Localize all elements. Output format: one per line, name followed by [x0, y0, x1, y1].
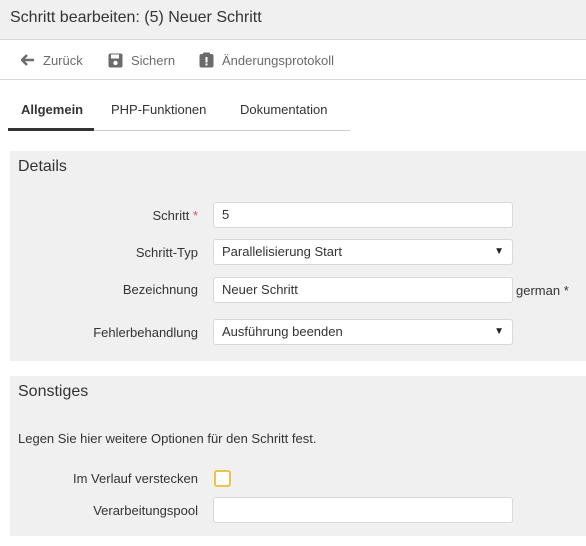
name-input[interactable]: Neuer Schritt: [213, 277, 513, 303]
title-bar: Schritt bearbeiten: (5) Neuer Schritt: [0, 0, 586, 40]
save-icon: [108, 53, 123, 67]
tab-php-funktionen[interactable]: PHP-Funktionen: [111, 102, 206, 117]
step-type-value: Parallelisierung Start: [222, 244, 342, 259]
step-input[interactable]: 5: [213, 202, 513, 228]
window-title: Schritt bearbeiten: (5) Neuer Schritt: [10, 9, 262, 26]
save-button[interactable]: Sichern: [108, 51, 175, 69]
processing-pool-input[interactable]: [213, 497, 513, 523]
changelog-button-label: Änderungsprotokoll: [222, 52, 335, 68]
changelog-button[interactable]: Änderungsprotokoll: [199, 51, 334, 69]
tab-bar: Allgemein PHP-Funktionen Dokumentation: [8, 80, 350, 131]
language-suffix: german *: [516, 283, 569, 298]
error-handling-label: Fehlerbehandlung: [93, 325, 198, 340]
caret-down-icon: ▼: [494, 326, 504, 337]
back-button[interactable]: Zurück: [21, 51, 83, 69]
active-tab-indicator: [8, 128, 94, 131]
required-mark: *: [192, 208, 198, 223]
step-label: Schritt *: [152, 208, 198, 223]
hide-in-history-checkbox[interactable]: [214, 470, 231, 487]
other-title: Sonstiges: [18, 383, 89, 400]
details-title: Details: [18, 158, 67, 175]
other-panel: Sonstiges Legen Sie hier weitere Optione…: [10, 376, 586, 536]
other-description: Legen Sie hier weitere Optionen für den …: [18, 431, 317, 446]
step-label-text: Schritt: [152, 208, 190, 223]
clipboard-alert-icon: [199, 52, 214, 68]
hide-in-history-label: Im Verlauf verstecken: [73, 471, 198, 486]
save-button-label: Sichern: [131, 52, 176, 68]
error-handling-select[interactable]: Ausführung beenden ▼: [213, 319, 513, 345]
name-label: Bezeichnung: [122, 282, 198, 297]
caret-down-icon: ▼: [494, 246, 504, 257]
back-button-label: Zurück: [43, 52, 83, 68]
step-type-label: Schritt-Typ: [135, 245, 198, 260]
tab-allgemein[interactable]: Allgemein: [21, 102, 83, 117]
error-handling-value: Ausführung beenden: [222, 324, 343, 339]
processing-pool-label: Verarbeitungspool: [93, 503, 198, 518]
arrow-left-icon: [21, 54, 34, 66]
step-type-select[interactable]: Parallelisierung Start ▼: [213, 239, 513, 265]
toolbar: Zurück Sichern Änderungsprotokoll: [0, 40, 586, 80]
details-panel: Details Schritt * 5 Schritt-Typ Parallel…: [10, 151, 586, 361]
tab-dokumentation[interactable]: Dokumentation: [240, 102, 327, 117]
